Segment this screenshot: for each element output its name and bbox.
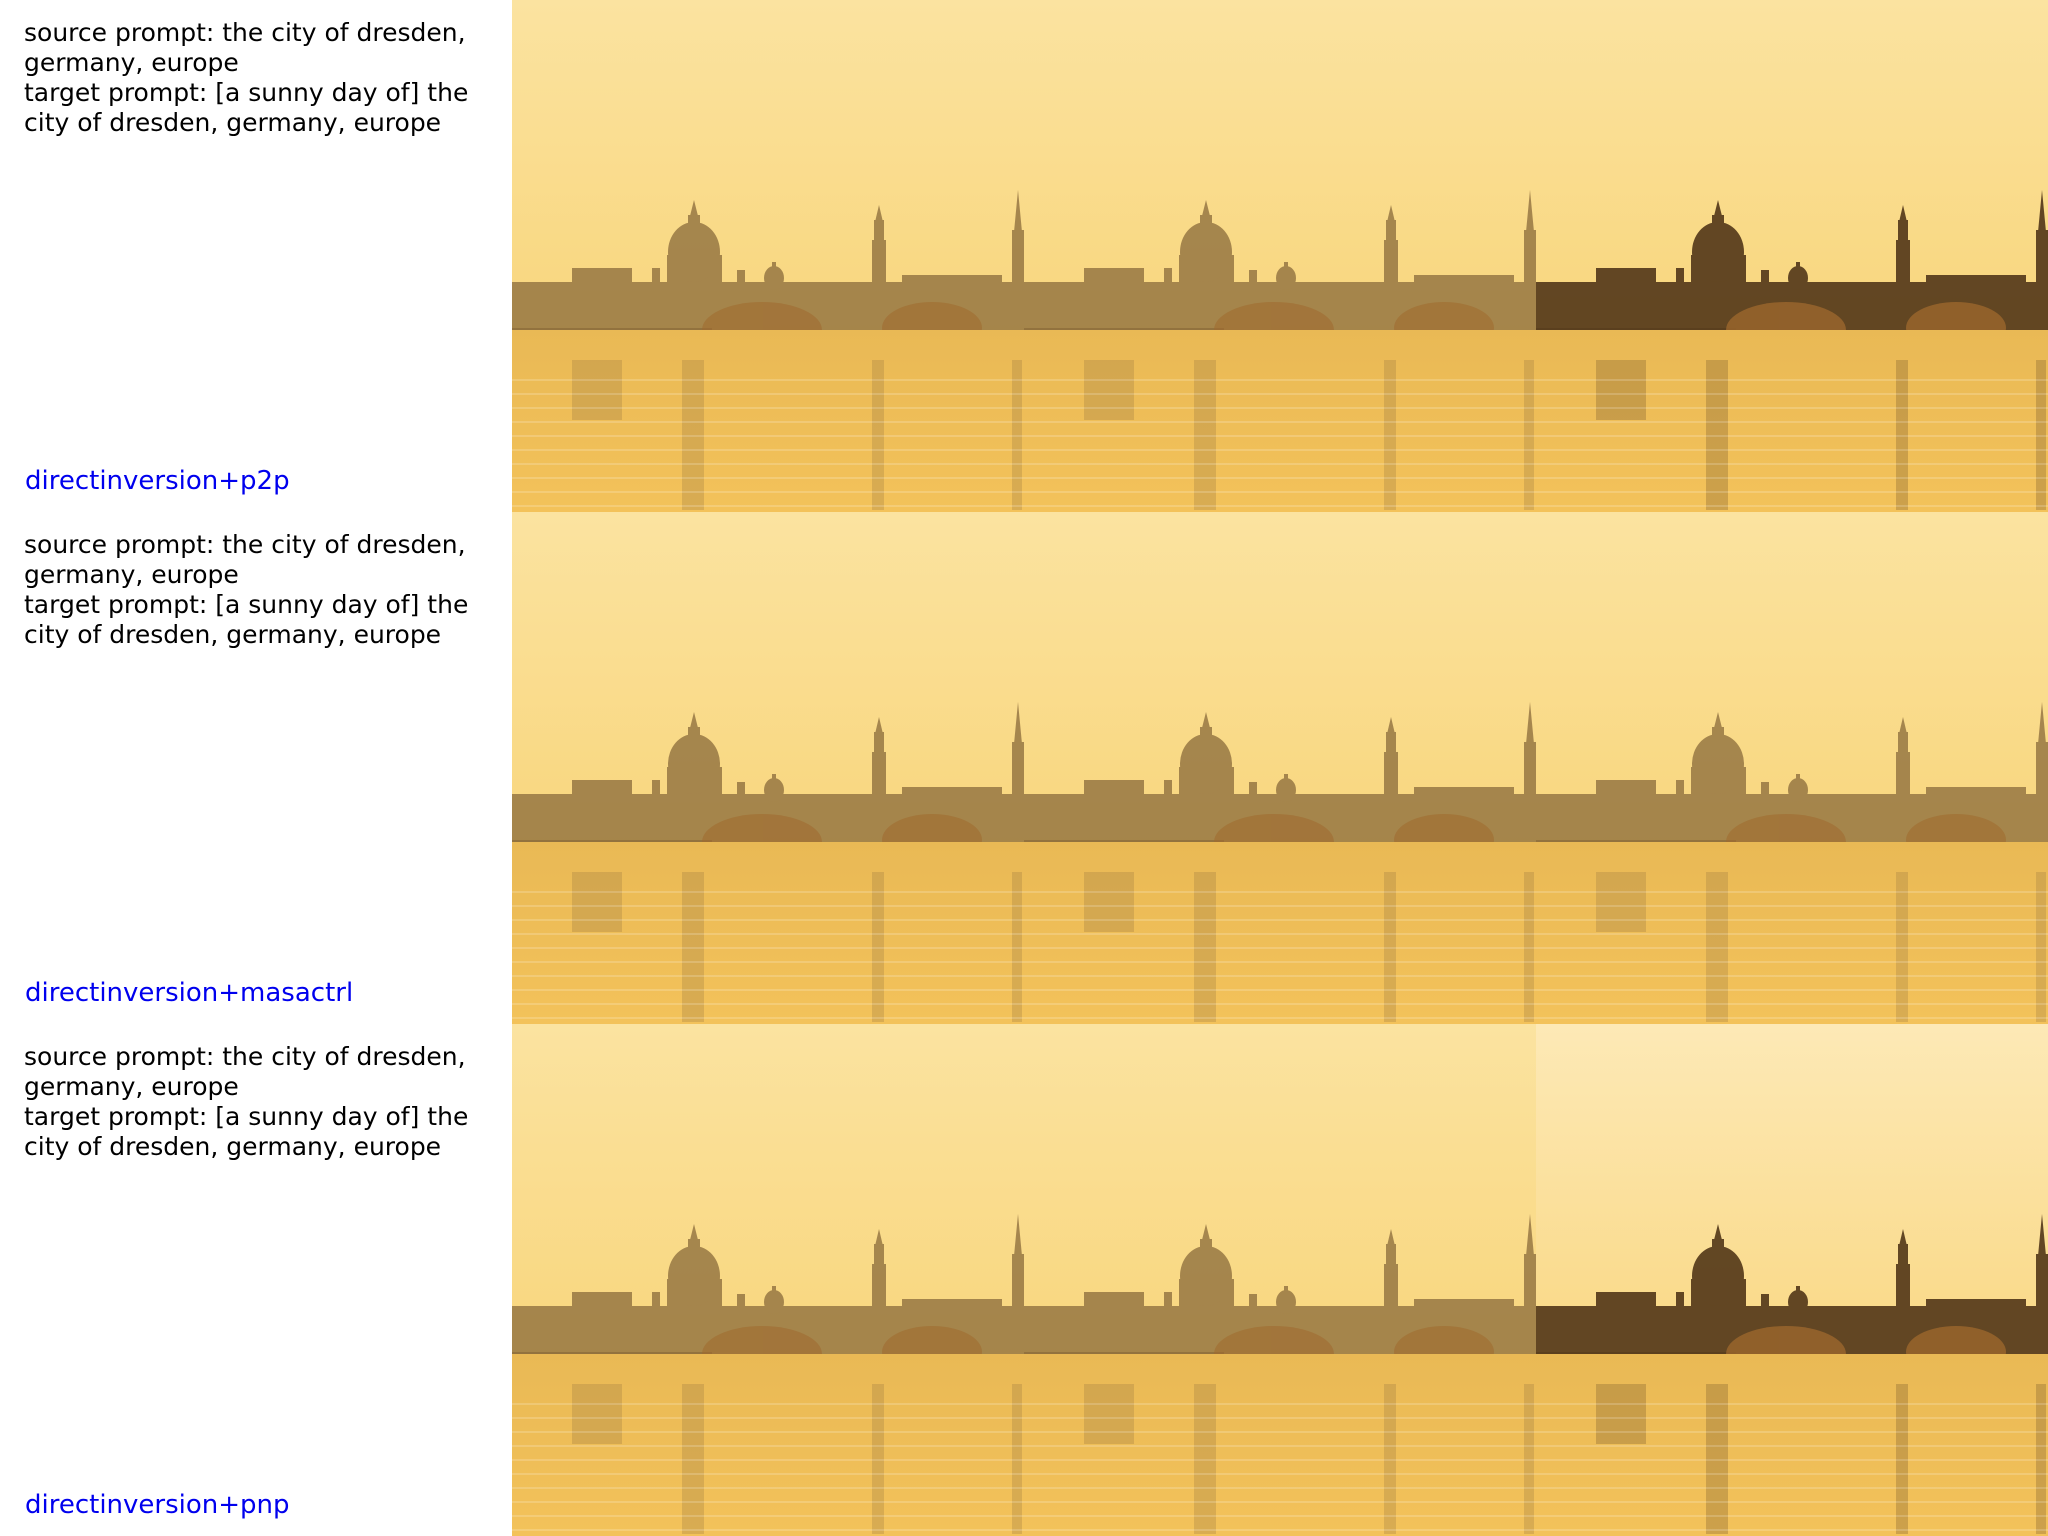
- method-label: directinversion+pnp: [25, 1490, 290, 1520]
- dresden-image: [1024, 1024, 1536, 1536]
- source-prompt: source prompt: the city of dresden, germ…: [24, 18, 466, 77]
- source-prompt: source prompt: the city of dresden, germ…: [24, 530, 466, 589]
- caption-panel: source prompt: the city of dresden, germ…: [0, 1024, 512, 1536]
- target-prompt: target prompt: [a sunny day of] the city…: [24, 78, 469, 137]
- dresden-image: [1536, 1024, 2048, 1536]
- result-row-masactrl: source prompt: the city of dresden, germ…: [0, 512, 2048, 1024]
- target-prompt: target prompt: [a sunny day of] the city…: [24, 1102, 469, 1161]
- method-label: directinversion+p2p: [25, 466, 290, 496]
- dresden-image: [1536, 512, 2048, 1024]
- caption-panel: source prompt: the city of dresden, germ…: [0, 512, 512, 1024]
- dresden-image: [1536, 0, 2048, 512]
- dresden-image: [512, 512, 1024, 1024]
- prompt-text: source prompt: the city of dresden, germ…: [24, 18, 494, 138]
- result-row-p2p: source prompt: the city of dresden, germ…: [0, 0, 2048, 512]
- method-label: directinversion+masactrl: [25, 978, 354, 1008]
- prompt-text: source prompt: the city of dresden, germ…: [24, 1042, 494, 1162]
- dresden-image: [1024, 0, 1536, 512]
- target-prompt: target prompt: [a sunny day of] the city…: [24, 590, 469, 649]
- caption-panel: source prompt: the city of dresden, germ…: [0, 0, 512, 512]
- dresden-image: [512, 1024, 1024, 1536]
- result-row-pnp: source prompt: the city of dresden, germ…: [0, 1024, 2048, 1536]
- dresden-image: [1024, 512, 1536, 1024]
- prompt-text: source prompt: the city of dresden, germ…: [24, 530, 494, 650]
- dresden-image: [512, 0, 1024, 512]
- source-prompt: source prompt: the city of dresden, germ…: [24, 1042, 466, 1101]
